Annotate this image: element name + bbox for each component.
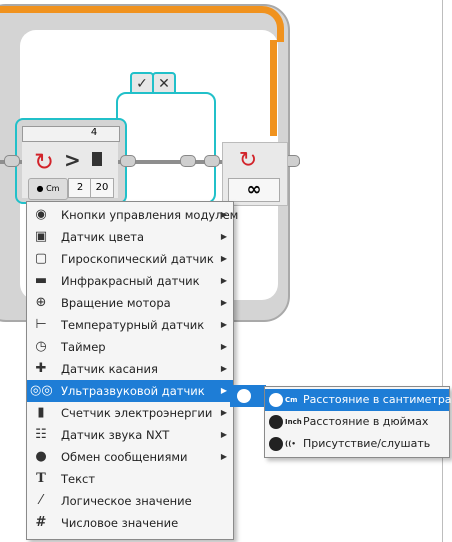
menu-item-label: Обмен сообщениями [61,450,188,464]
submenu-item-label: Присутствие/слушать [303,437,431,450]
menu-item-temperature-sensor[interactable]: ⊢ Температурный датчик ▶ [27,314,233,336]
timer-icon: ◷ [35,339,47,354]
menu-item-timer[interactable]: ◷ Таймер ▶ [27,336,233,358]
touch-sensor-icon: ✚ [35,361,47,376]
menu-item-label: Вращение мотора [61,296,171,310]
submenu-item-presence-listen[interactable]: ((• Присутствие/слушать [265,433,449,455]
switch-case-number: 4 [90,127,98,138]
brick-buttons-icon: ◉ [35,207,47,222]
submenu-arrow-icon: ▶ [220,276,227,285]
distance-inch-icon: Inch [269,415,302,429]
submenu-arrow-icon: ▶ [220,364,227,373]
sequence-plug-switch-out[interactable] [120,155,136,167]
nxt-sound-sensor-icon: ☷ [35,427,47,442]
menu-item-motor-rotation[interactable]: ⊕ Вращение мотора ▶ [27,292,233,314]
submenu-arrow-icon: ▶ [220,452,227,461]
submenu-arrow-icon: ▶ [220,298,227,307]
compare-type[interactable]: > [64,148,81,172]
sensor-port-icon [92,152,102,166]
menu-item-text[interactable]: T Текст [27,468,233,490]
menu-item-label: Кнопки управления модулем [61,208,239,222]
presence-listen-icon: ((• [269,437,296,451]
menu-item-nxt-sound-sensor[interactable]: ☷ Датчик звука NXT ▶ [27,424,233,446]
loop-mode-selector[interactable]: ∞ [228,178,280,202]
sequence-plug-case-out[interactable] [204,155,220,167]
menu-item-label: Логическое значение [61,494,192,508]
submenu-item-label: Расстояние в дюймах [303,415,429,428]
submenu-arrow-icon: ▶ [220,430,227,439]
menu-item-infrared-sensor[interactable]: ▬ Инфракрасный датчик ▶ [27,270,233,292]
submenu-arrow-icon: ▶ [220,386,227,395]
loop-sequence-wire [0,6,284,42]
menu-item-touch-sensor[interactable]: ✚ Датчик касания ▶ [27,358,233,380]
sensor-mode-menu: ◉ Кнопки управления модулем ▶ ▣ Датчик ц… [26,201,238,540]
menu-item-color-sensor[interactable]: ▣ Датчик цвета ▶ [27,226,233,248]
submenu-arrow-icon: ▶ [220,232,227,241]
menu-item-label: Инфракрасный датчик [61,274,200,288]
ultrasonic-mode-dot-icon [237,389,251,403]
menu-item-label: Датчик цвета [61,230,145,244]
color-sensor-icon: ▣ [34,229,48,244]
menu-item-label: Счетчик электроэнергии [61,406,213,420]
menu-item-label: Датчик касания [61,362,158,376]
menu-item-messaging[interactable]: ● Обмен сообщениями ▶ [27,446,233,468]
energy-meter-icon: ▮ [37,405,45,420]
menu-item-label: Температурный датчик [61,318,205,332]
submenu-arrow-icon: ▶ [220,320,227,329]
submenu-item-distance-inch[interactable]: Inch Расстояние в дюймах [265,411,449,433]
menu-item-ultrasonic-sensor[interactable]: ◎◎ Ультразвуковой датчик ▶ [27,380,233,402]
ultrasonic-sensor-icon: ◎◎ [30,383,53,398]
loop-sequence-wire-right [270,40,277,136]
bluetooth-messaging-icon: ● [35,449,47,464]
menu-item-energy-meter[interactable]: ▮ Счетчик электроэнергии ▶ [27,402,233,424]
motor-rotation-icon: ⊕ [35,295,47,310]
threshold-port-input[interactable]: 2 [68,178,92,198]
menu-item-label: Числовое значение [61,516,179,530]
ultrasonic-mode-submenu: Cm Расстояние в сантиметрах Inch Расстоя… [264,386,452,458]
gyro-sensor-icon: ▢ [34,251,48,266]
loop-interrupt-icon: ↻ [238,148,258,173]
submenu-arrow-icon: ▶ [220,254,227,263]
menu-item-numeric-value[interactable]: # Числовое значение [27,512,233,534]
menu-item-label: Ультразвуковой датчик [61,384,205,398]
submenu-arrow-icon: ▶ [220,408,227,417]
menu-item-brick-buttons[interactable]: ◉ Кнопки управления модулем ▶ [27,204,238,226]
canvas-scrollbar-edge [442,0,443,542]
submenu-item-label: Расстояние в сантиметрах [303,393,452,406]
switch-mode-icon[interactable]: ↻ [30,148,58,176]
submenu-arrow-icon: ▶ [220,342,227,351]
threshold-value-input[interactable]: 20 [90,178,114,198]
text-icon: T [36,471,46,486]
sequence-plug-case-in[interactable] [180,155,196,167]
temperature-sensor-icon: ⊢ [35,317,47,332]
menu-item-gyro-sensor[interactable]: ▢ Гироскопический датчик ▶ [27,248,233,270]
menu-item-label: Таймер [61,340,106,354]
infrared-sensor-icon: ▬ [34,273,48,288]
numeric-value-icon: # [35,515,47,530]
menu-item-label: Датчик звука NXT [61,428,170,442]
menu-item-label: Текст [61,472,96,486]
switch-case-frame[interactable] [116,92,216,204]
distance-cm-icon: Cm [269,393,297,407]
menu-item-logic-value[interactable]: ⁄ Логическое значение [27,490,233,512]
logic-value-icon: ⁄ [39,493,43,508]
menu-item-label: Гироскопический датчик [61,252,214,266]
submenu-item-distance-cm[interactable]: Cm Расстояние в сантиметрах [265,389,452,411]
sensor-mode-selector[interactable]: ● Cm [28,178,68,200]
sequence-plug-left[interactable] [4,155,20,167]
submenu-arrow-icon: ▶ [220,210,227,219]
